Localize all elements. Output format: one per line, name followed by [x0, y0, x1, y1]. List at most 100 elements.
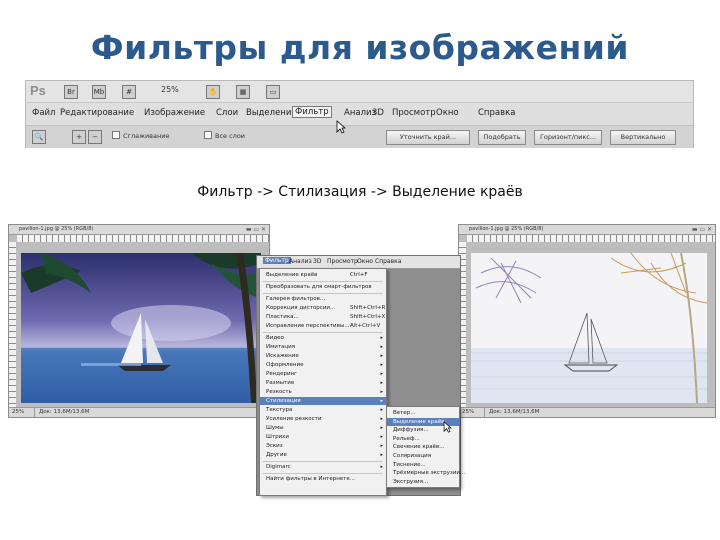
menu-4[interactable]: Выделение	[246, 108, 297, 118]
zoom-out-icon[interactable]: −	[88, 130, 102, 144]
filter-menu-item[interactable]: Оформление ▸	[260, 361, 386, 369]
filter-menu-item[interactable]: Галерея фильтров...	[260, 295, 386, 303]
filter-menu-item[interactable]: Найти фильтры в Интернете...	[260, 475, 386, 483]
submenu-arrow-icon: ▸	[380, 362, 383, 368]
filter-menu-item[interactable]: Преобразовать для смарт-фильтров	[260, 283, 386, 291]
screen-mode-icon[interactable]: ▭	[266, 85, 280, 99]
filter-menu-item[interactable]: Рендеринг ▸	[260, 370, 386, 378]
filter-menu-item[interactable]: Искажение ▸	[260, 352, 386, 360]
filter-window-menu-4[interactable]: Окно	[357, 258, 373, 265]
guides-icon[interactable]: #	[122, 85, 136, 99]
refine-edge-button[interactable]: Уточнить край...	[386, 130, 470, 145]
menu-3[interactable]: Слои	[216, 108, 238, 118]
ruler-vertical	[9, 242, 16, 407]
stylize-submenu-item[interactable]: Свечение краёв...	[387, 443, 459, 451]
filter-menu-item[interactable]: Выделение краёв Ctrl+F	[260, 271, 386, 279]
zoom-level[interactable]: 25%	[161, 85, 179, 94]
minibridge-icon[interactable]: Mb	[92, 85, 106, 99]
window-controls-icon[interactable]: ▬ ▭ ✕	[692, 226, 712, 233]
zoom-in-icon[interactable]: +	[72, 130, 86, 144]
document-statusbar: 25% Док: 13,6M/13,6M	[9, 407, 269, 417]
filter-menu-item[interactable]: Исправление перспективы... Alt+Ctrl+V	[260, 322, 386, 330]
filter-menu-item-label: Коррекция дисторсии...	[266, 305, 336, 311]
stylize-submenu-item[interactable]: Рельеф...	[387, 435, 459, 443]
filter-menu-item[interactable]: Шумы ▸	[260, 424, 386, 432]
fit-button[interactable]: Подобрать	[478, 130, 526, 145]
doc-zoom[interactable]: 25%	[9, 408, 35, 417]
ruler-horizontal	[467, 235, 715, 242]
filter-menu-item-label: Стилизация	[266, 398, 301, 404]
doc-zoom[interactable]: 25%	[459, 408, 485, 417]
menu-1[interactable]: Редактирование	[60, 108, 134, 118]
vertical-button[interactable]: Вертикально	[610, 130, 676, 145]
submenu-arrow-icon: ▸	[380, 464, 383, 470]
stylize-submenu-item-label: Трёхмерные экструзии...	[393, 470, 466, 477]
horizontal-button[interactable]: Горизонт/пикс...	[534, 130, 602, 145]
submenu-arrow-icon: ▸	[380, 452, 383, 458]
window-controls-icon[interactable]: ▬ ▭ ✕	[246, 226, 266, 233]
stylize-submenu-item[interactable]: Трёхмерные экструзии...	[387, 469, 465, 477]
filter-window-menu-1[interactable]: Анализ	[289, 258, 312, 265]
filter-menu-item[interactable]: Другие ▸	[260, 451, 386, 459]
submenu-arrow-icon: ▸	[380, 380, 383, 386]
filter-menu-item[interactable]: Стилизация ▸	[260, 397, 386, 405]
stylize-submenu-item[interactable]: Тиснение...	[387, 461, 459, 469]
submenu-arrow-icon: ▸	[380, 443, 383, 449]
menu-9[interactable]: Окно	[436, 108, 459, 118]
all-layers-checkbox[interactable]: Все слои	[204, 131, 245, 140]
filter-menu-item[interactable]: Штрихи ▸	[260, 433, 386, 441]
filter-menu-item-label: Шумы	[266, 425, 284, 431]
filter-menu-item[interactable]: Усиление резкости ▸	[260, 415, 386, 423]
filter-menu-item[interactable]: Эскиз ▸	[260, 442, 386, 450]
menu-separator	[263, 332, 383, 333]
stylize-submenu-item[interactable]: Соляризация	[387, 452, 459, 460]
menu-8[interactable]: Просмотр	[392, 108, 436, 118]
menu-separator	[263, 461, 383, 462]
filter-menu-item[interactable]: Имитация ▸	[260, 343, 386, 351]
options-bar: 🔍 + − Сглаживание Все слои Уточнить край…	[26, 125, 693, 148]
submenu-arrow-icon: ▸	[380, 407, 383, 413]
filter-window-menu-3[interactable]: Просмотр	[327, 258, 358, 265]
slide-title: Фильтры для изображений	[90, 28, 630, 67]
filter-menu-item-label: Усиление резкости	[266, 416, 322, 422]
filter-menu-item[interactable]: Текстура ▸	[260, 406, 386, 414]
filter-menu-item[interactable]: Digimarc ▸	[260, 463, 386, 471]
filter-menu-item[interactable]: Резкость ▸	[260, 388, 386, 396]
filter-menu-item-shortcut: Ctrl+F	[350, 272, 368, 278]
filter-menu-item[interactable]: Размытие ▸	[260, 379, 386, 387]
filter-window-menu-0[interactable]: Фильтр	[263, 257, 291, 264]
mouse-cursor-icon	[443, 421, 452, 433]
stylize-submenu-item[interactable]: Экструзия...	[387, 478, 459, 486]
hand-tool-icon[interactable]: ✋	[206, 85, 220, 99]
filter-window-menu-5[interactable]: Справка	[375, 258, 401, 265]
stylize-submenu-item-label: Свечение краёв...	[393, 444, 445, 451]
stylize-submenu-item-label: Тиснение...	[393, 461, 426, 468]
filter-menu-item[interactable]: Коррекция дисторсии... Shift+Ctrl+R	[260, 304, 386, 312]
filter-menu: Выделение краёв Ctrl+F Преобразовать для с…	[259, 268, 387, 496]
menu-7[interactable]: 3D	[372, 108, 384, 118]
menu-2[interactable]: Изображение	[144, 108, 205, 118]
stylize-submenu-item-label: Экструзия...	[393, 478, 429, 485]
bridge-icon[interactable]: Br	[64, 85, 78, 99]
filter-window-menu-2[interactable]: 3D	[313, 258, 321, 265]
photoshop-logo: Ps	[30, 83, 46, 98]
menu-separator	[263, 293, 383, 294]
filter-menu-item-label: Эскиз	[266, 443, 283, 449]
filter-menu-item[interactable]: Пластика... Shift+Ctrl+X	[260, 313, 386, 321]
zoom-tool-icon[interactable]: 🔍	[32, 130, 46, 144]
submenu-arrow-icon: ▸	[380, 389, 383, 395]
filter-menu-item-label: Размытие	[266, 380, 295, 386]
menu-separator	[263, 473, 383, 474]
submenu-arrow-icon: ▸	[380, 398, 383, 404]
document-window-result: pavilion-1.jpg @ 25% (RGB/8) ▬ ▭ ✕ 25% До…	[458, 224, 716, 418]
doc-size: Док: 13,6M/13,6M	[489, 409, 540, 415]
application-bar: Ps Br Mb # 25% ✋ ▦ ▭	[26, 81, 693, 102]
filter-menu-item[interactable]: Видео ▸	[260, 334, 386, 342]
antialias-checkbox[interactable]: Сглаживание	[112, 131, 169, 140]
filter-menu-item-label: Выделение краёв	[266, 272, 318, 278]
arrange-documents-icon[interactable]: ▦	[236, 85, 250, 99]
menu-10[interactable]: Справка	[478, 108, 515, 118]
menu-0[interactable]: Файл	[32, 108, 55, 118]
stylize-submenu-item[interactable]: Ветер...	[387, 409, 459, 417]
menu-5[interactable]: Фильтр	[292, 106, 332, 118]
